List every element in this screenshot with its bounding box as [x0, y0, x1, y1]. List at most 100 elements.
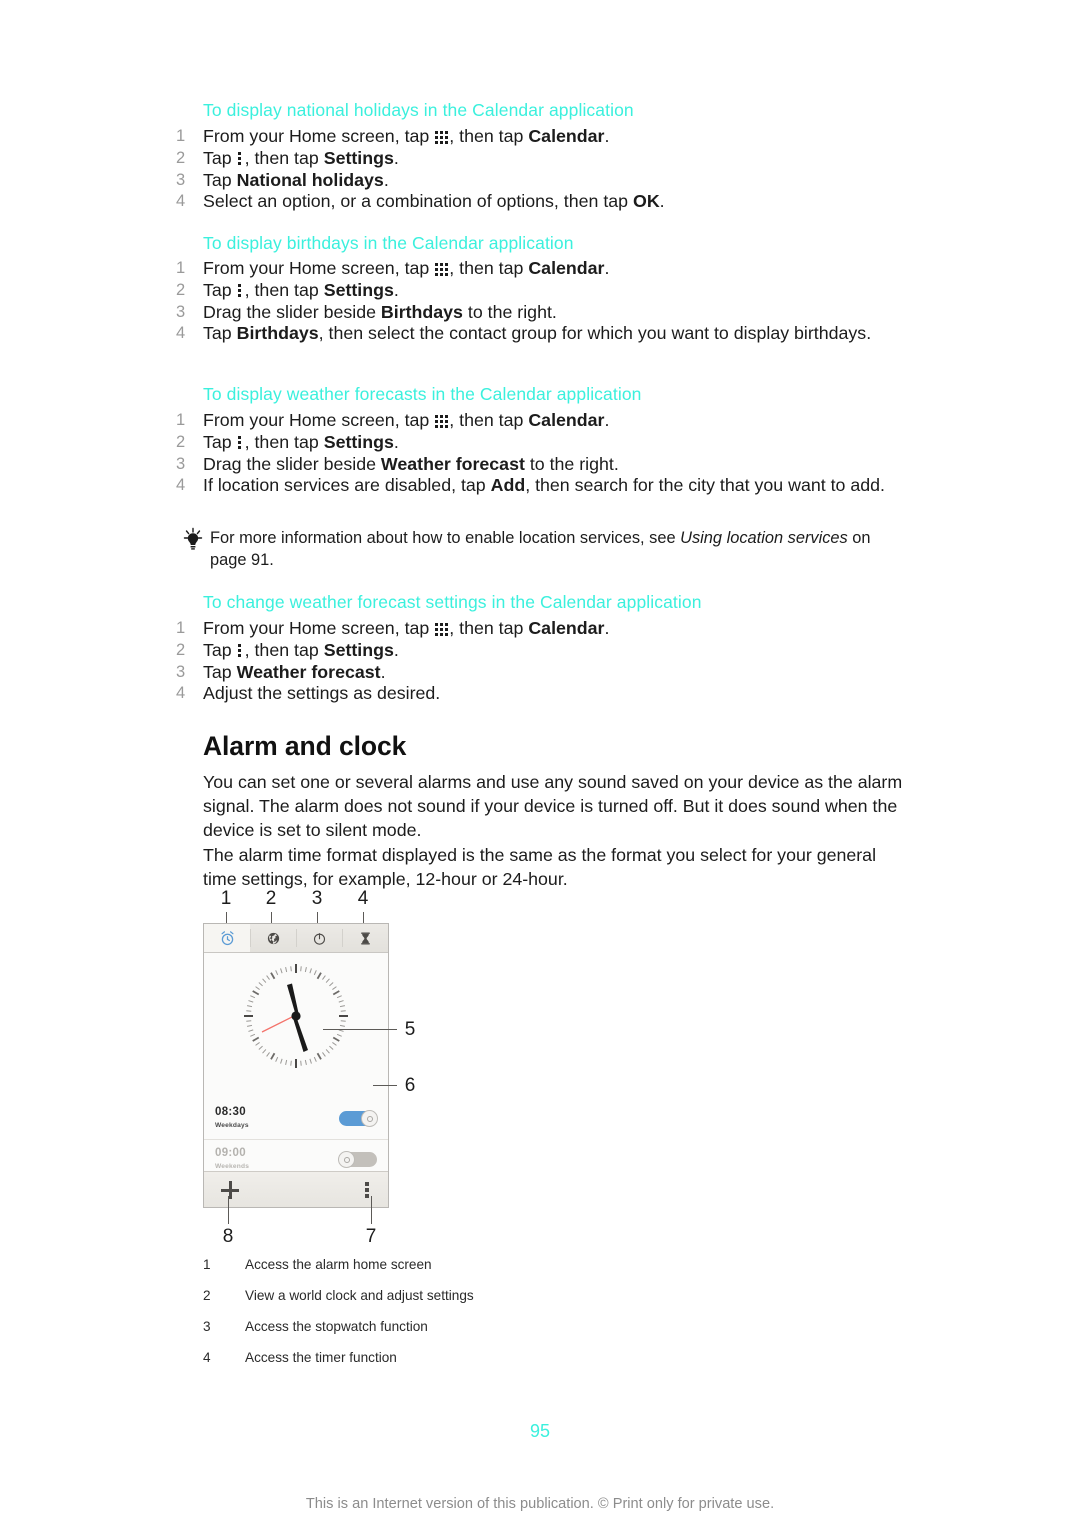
procedure-step: 1 From your Home screen, tap , then tap C…	[176, 258, 896, 280]
intro-paragraph-1: You can set one or several alarms and us…	[203, 772, 903, 841]
procedure-step: 3 Tap National holidays.	[176, 170, 896, 192]
step-text: Drag the slider beside Birthdays to the …	[203, 301, 557, 322]
step-text: From your Home screen, tap , then tap Ca…	[203, 618, 610, 638]
caption-item: 4 Access the timer function	[203, 1349, 843, 1380]
procedure-step: 2 Tap , then tap Settings.	[176, 280, 896, 302]
lightbulb-icon	[176, 527, 210, 553]
clock-app-bottombar	[204, 1171, 388, 1207]
caption-text: Access the timer function	[245, 1350, 397, 1365]
step-text: Select an option, or a combination of op…	[203, 191, 665, 212]
step-text: From your Home screen, tap , then tap Ca…	[203, 410, 610, 430]
procedure-step: 4 If location services are disabled, tap …	[176, 475, 896, 497]
caption-item: 3 Access the stopwatch function	[203, 1318, 843, 1349]
caption-number: 3	[203, 1319, 211, 1334]
analog-clock-face	[240, 960, 352, 1072]
step-number: 2	[176, 640, 186, 659]
procedure-step: 1 From your Home screen, tap , then tap C…	[176, 410, 896, 432]
caption-text: Access the stopwatch function	[245, 1319, 428, 1334]
procedure-step: 3 Tap Weather forecast.	[176, 662, 896, 684]
step-number: 1	[176, 259, 186, 277]
plus-icon[interactable]	[221, 1181, 239, 1199]
callout-number-7: 7	[365, 1226, 377, 1247]
clock-app-tabbar	[204, 924, 388, 953]
toggle-knob	[361, 1110, 378, 1127]
callout-number-3: 3	[311, 888, 323, 909]
alarm-toggle-on[interactable]	[339, 1110, 378, 1127]
app-drawer-grid-icon	[435, 263, 449, 276]
callout-number-1: 1	[220, 888, 232, 909]
phone-frame: 08:30 Weekdays 09:00 Weekends	[203, 923, 389, 1208]
overflow-menu-icon	[237, 643, 243, 658]
alarm-toggle-off[interactable]	[338, 1151, 377, 1168]
callout-number-6: 6	[404, 1075, 416, 1096]
intro-paragraph-2: The alarm time format displayed is the s…	[203, 845, 877, 890]
caption-number: 4	[203, 1350, 211, 1365]
step-number: 4	[176, 324, 186, 343]
world-clock-tab[interactable]	[250, 924, 296, 952]
tip-note: For more information about how to enable…	[176, 527, 906, 571]
step-text: Tap , then tap Settings.	[203, 639, 399, 660]
step-text: Tap National holidays.	[203, 169, 389, 190]
globe-icon	[267, 932, 279, 944]
procedure-steps-national-holidays: 1 From your Home screen, tap , then tap C…	[176, 126, 896, 213]
leader-line-8	[228, 1196, 230, 1224]
caption-item: 2 View a world clock and adjust settings	[203, 1287, 843, 1318]
alarm-list-item[interactable]: 08:30 Weekdays	[204, 1100, 388, 1140]
overflow-menu-icon	[237, 435, 243, 450]
step-number: 4	[176, 192, 186, 211]
step-text: From your Home screen, tap , then tap Ca…	[203, 258, 610, 278]
leader-line-7	[371, 1196, 373, 1224]
alarm-screen-illustration: 1 2 3 4 08:30 Weekdays 09:00 Weekends 5 …	[195, 888, 665, 1258]
procedure-step: 1 From your Home screen, tap , then tap C…	[176, 618, 896, 640]
timer-tab[interactable]	[342, 924, 388, 952]
step-text: Adjust the settings as desired.	[203, 683, 441, 704]
step-number: 1	[176, 127, 186, 145]
step-text: Tap Birthdays, then select the contact g…	[203, 323, 872, 344]
page-title: Alarm and clock	[203, 731, 407, 761]
leader-line-6	[373, 1085, 397, 1087]
procedure-heading-weather-forecasts: To display weather forecasts in the Cale…	[203, 384, 642, 404]
procedure-steps-change-weather-settings: 1 From your Home screen, tap , then tap C…	[176, 618, 896, 705]
step-number: 4	[176, 684, 186, 703]
stopwatch-tab[interactable]	[296, 924, 342, 952]
document-page: To display national holidays in the Cale…	[0, 0, 1080, 1527]
overflow-menu-icon	[237, 151, 243, 166]
footer-note: This is an Internet version of this publ…	[305, 1496, 775, 1512]
procedure-steps-birthdays: 1 From your Home screen, tap , then tap C…	[176, 258, 896, 345]
step-number: 2	[176, 432, 186, 451]
overflow-menu-icon	[237, 283, 243, 298]
procedure-step: 2 Tap , then tap Settings.	[176, 432, 896, 454]
overflow-menu-icon[interactable]	[365, 1181, 370, 1199]
alarm-tab[interactable]	[204, 924, 250, 952]
step-number: 3	[176, 454, 186, 473]
callout-number-8: 8	[222, 1226, 234, 1247]
callout-number-2: 2	[265, 888, 277, 909]
procedure-step: 4 Tap Birthdays, then select the contact …	[176, 323, 896, 345]
procedure-step: 3 Drag the slider beside Birthdays to the…	[176, 302, 896, 324]
caption-text: View a world clock and adjust settings	[245, 1288, 474, 1303]
procedure-heading-birthdays: To display birthdays in the Calendar app…	[203, 233, 574, 253]
procedure-step: 3 Drag the slider beside Weather forecast…	[176, 454, 896, 476]
step-text: Tap , then tap Settings.	[203, 431, 399, 452]
step-text: From your Home screen, tap , then tap Ca…	[203, 126, 610, 146]
step-number: 2	[176, 148, 186, 167]
procedure-step: 4 Adjust the settings as desired.	[176, 683, 896, 705]
step-number: 1	[176, 411, 186, 429]
procedure-step: 4 Select an option, or a combination of o…	[176, 191, 896, 213]
page-number: 95	[529, 1421, 551, 1441]
step-text: Tap , then tap Settings.	[203, 147, 399, 168]
procedure-heading-change-weather-settings: To change weather forecast settings in t…	[203, 592, 702, 612]
app-drawer-grid-icon	[435, 131, 449, 144]
illustration-caption-list: 1 Access the alarm home screen 2 View a wor…	[203, 1256, 843, 1380]
app-drawer-grid-icon	[435, 623, 449, 636]
hourglass-icon	[360, 932, 370, 944]
step-number: 3	[176, 662, 186, 681]
leader-line-5	[323, 1029, 397, 1031]
alarm-clock-icon	[220, 930, 234, 945]
step-text: Tap Weather forecast.	[203, 661, 386, 682]
caption-item: 1 Access the alarm home screen	[203, 1256, 843, 1287]
step-text: Tap , then tap Settings.	[203, 279, 399, 300]
step-text: If location services are disabled, tap A…	[203, 475, 885, 496]
app-drawer-grid-icon	[435, 415, 449, 428]
caption-text: Access the alarm home screen	[245, 1257, 432, 1272]
